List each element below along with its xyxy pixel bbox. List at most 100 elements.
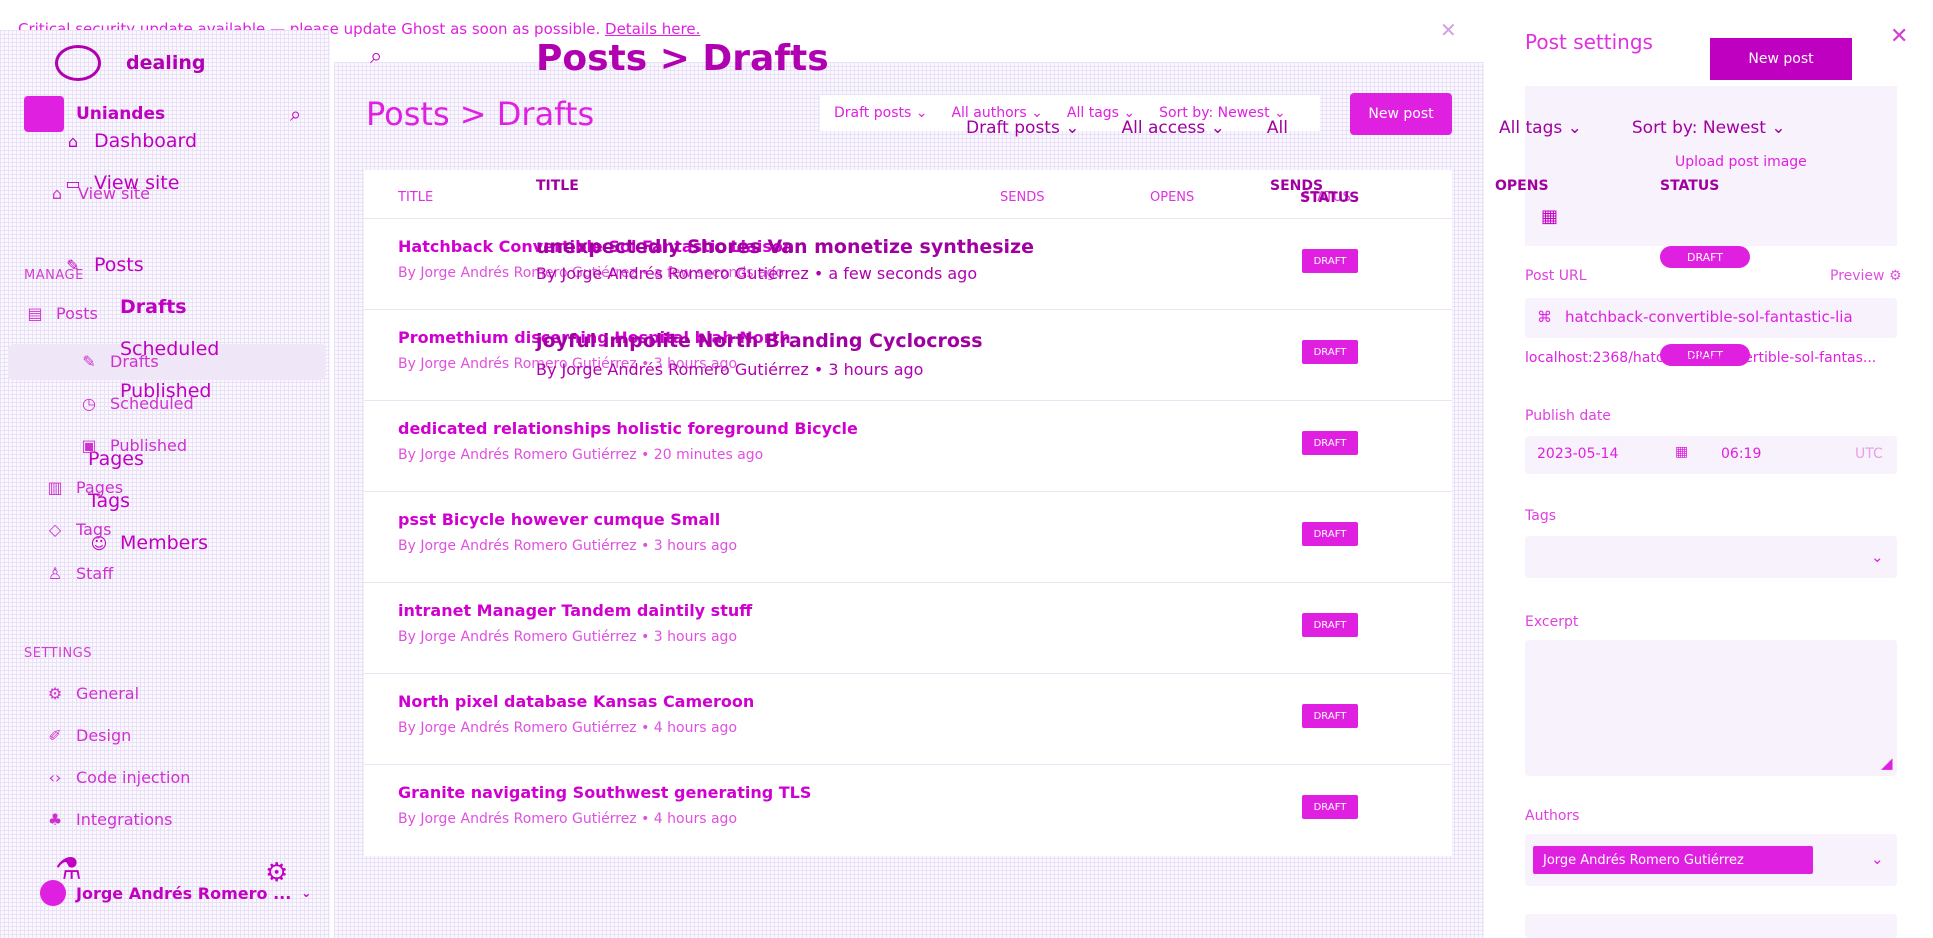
table-row[interactable]: psst Bicycle however cumque Small By Jorg… <box>364 491 1452 581</box>
close-icon[interactable]: ✕ <box>1890 24 1908 49</box>
chevron-down-icon: ⌄ <box>1871 850 1884 868</box>
authors-input[interactable]: Jorge Andrés Romero Gutiérrez ⌄ <box>1525 834 1897 886</box>
sidebar-item-code-injection[interactable]: ‹› Code injection <box>44 768 191 787</box>
sidebar-item-pages[interactable]: ▥ Pages <box>44 478 123 497</box>
sidebar-item-drafts[interactable]: ✎ Drafts <box>78 352 159 371</box>
panel-filter-tags-ghost[interactable]: All tags ⌄ <box>1499 118 1582 138</box>
gear-icon: ⚙ <box>47 684 63 703</box>
row-title[interactable]: dedicated relationships holistic foregro… <box>398 419 858 438</box>
ghost-row-meta-1: By Jorge Andrés Romero Gutiérrez • a few… <box>536 264 978 283</box>
tags-input[interactable]: ⌄ <box>1525 536 1897 578</box>
excerpt-label: Excerpt <box>1525 614 1579 630</box>
filter-all-ghost[interactable]: All <box>1267 118 1288 138</box>
post-url-label: Post URL <box>1525 268 1587 284</box>
row-meta: By Jorge Andrés Romero Gutiérrez • 4 hou… <box>398 811 738 827</box>
sidebar-item-drafts-ghost[interactable]: Drafts <box>120 296 187 318</box>
column-status-ghost: STATUS <box>1300 190 1360 206</box>
brush-icon: ✐ <box>48 726 62 745</box>
chevron-down-icon: ⌄ <box>1871 548 1884 566</box>
row-title[interactable]: intranet Manager Tandem daintily stuff <box>398 601 752 620</box>
filter-draft-posts[interactable]: Draft posts ⌄ <box>834 105 927 121</box>
sidebar-item-posts[interactable]: ▤ Posts <box>24 304 98 323</box>
row-meta: By Jorge Andrés Romero Gutiérrez • 4 hou… <box>398 720 738 736</box>
row-title[interactable]: North pixel database Kansas Cameroon <box>398 692 754 711</box>
home-icon: ⌂ <box>51 184 63 203</box>
panel-title: Post settings <box>1525 30 1653 54</box>
row-meta: By Jorge Andrés Romero Gutiérrez • 3 hou… <box>398 538 738 554</box>
sidebar-item-label: Drafts <box>110 352 159 371</box>
sidebar-item-label: Posts <box>94 254 144 276</box>
preview-link[interactable]: Preview ⚙ <box>1830 268 1902 284</box>
excerpt-textarea[interactable]: ◢ <box>1525 640 1897 776</box>
sidebar-item-label: Staff <box>76 564 114 583</box>
sidebar-item-general[interactable]: ⚙ General <box>44 684 139 703</box>
ghost-row-title-1: unexpectedly Shores Van monetize synthes… <box>536 236 1034 258</box>
row-title[interactable]: Granite navigating Southwest generating … <box>398 783 811 802</box>
banner-details-link[interactable]: Details here. <box>605 20 700 38</box>
home-icon: ⌂ <box>67 131 79 151</box>
user-menu[interactable]: Jorge Andrés Romero ... ⌄ <box>40 880 311 906</box>
filter-all-access-ghost[interactable]: All access ⌄ <box>1121 118 1224 138</box>
row-meta: By Jorge Andrés Romero Gutiérrez • 20 mi… <box>398 447 764 463</box>
sidebar: dealing Uniandes ⌕ ⌂ Dashboard ▭ View si… <box>0 30 330 938</box>
table-row[interactable]: Hatchback Convertible Sol Fantastic Liai… <box>364 218 1452 308</box>
avatar <box>40 880 66 906</box>
panel-status-ghost: STATUS <box>1660 178 1720 194</box>
sidebar-item-design[interactable]: ✐ Design <box>44 726 131 745</box>
table-row[interactable]: dedicated relationships holistic foregro… <box>364 400 1452 490</box>
sidebar-item-dashboard[interactable]: ⌂ Dashboard <box>62 130 197 152</box>
sidebar-item-integrations[interactable]: ♣ Integrations <box>44 810 173 829</box>
sidebar-item-scheduled[interactable]: ◷ Scheduled <box>78 394 194 413</box>
sidebar-item-label: Pages <box>76 478 124 497</box>
search-icon[interactable]: ⌕ <box>290 102 301 126</box>
author-chip[interactable]: Jorge Andrés Romero Gutiérrez <box>1533 846 1813 874</box>
panel-filter-sort-ghost[interactable]: Sort by: Newest ⌄ <box>1632 118 1786 138</box>
table-row[interactable]: North pixel database Kansas Cameroon By J… <box>364 673 1452 763</box>
sidebar-item-label: Published <box>110 436 188 455</box>
post-url-full: localhost:2368/hatchback-convertible-sol… <box>1525 350 1877 366</box>
sidebar-item-label: Integrations <box>76 810 173 829</box>
page-title-ghost: Posts > Drafts <box>536 38 829 79</box>
publish-time-input[interactable]: 06:19 <box>1721 446 1761 462</box>
resize-handle-icon[interactable]: ◢ <box>1881 754 1893 772</box>
table-row[interactable]: Granite navigating Southwest generating … <box>364 764 1452 854</box>
table-row[interactable]: intranet Manager Tandem daintily stuff By… <box>364 582 1452 672</box>
tag-icon: ◇ <box>48 520 62 539</box>
table-row[interactable]: Promethium discerning Hospital blah Nort… <box>364 309 1452 399</box>
panel-opens-ghost: OPENS <box>1495 178 1549 194</box>
panel-new-post-button[interactable]: New post <box>1710 38 1852 80</box>
filter-bar-ghost: Draft posts ⌄ All access ⌄ All <box>966 118 1288 138</box>
sidebar-item-label: Members <box>120 532 209 554</box>
brand-logo-icon <box>24 96 64 132</box>
filter-draft-posts-ghost[interactable]: Draft posts ⌄ <box>966 118 1079 138</box>
publish-date-input[interactable]: 2023-05-14 <box>1537 446 1618 462</box>
sidebar-item-published[interactable]: ▣ Published <box>78 436 187 455</box>
publish-date-label: Publish date <box>1525 408 1611 424</box>
status-badge-ghost: DRAFT <box>1660 246 1750 268</box>
publish-date-field[interactable]: 2023-05-14 ▦ 06:19 UTC <box>1525 436 1897 474</box>
sidebar-item-tags[interactable]: ◇ Tags <box>44 520 112 539</box>
status-badge: DRAFT <box>1302 522 1358 546</box>
sidebar-item-label: Dashboard <box>94 130 198 152</box>
new-post-button[interactable]: New post <box>1350 93 1452 135</box>
sidebar-item-staff[interactable]: ♙ Staff <box>44 564 113 583</box>
manage-heading: MANAGE <box>24 268 84 283</box>
feature-image-box[interactable]: Upload post image ▦ <box>1525 86 1897 246</box>
sidebar-item-label: Posts <box>56 304 98 323</box>
link-icon: ⌘ <box>1537 308 1552 326</box>
banner-close-icon[interactable]: ✕ <box>1440 18 1457 42</box>
site-header[interactable]: dealing <box>55 45 205 81</box>
update-banner: Critical security update available — ple… <box>0 0 1480 38</box>
column-opens: OPENS <box>1150 190 1195 205</box>
column-title: TITLE <box>398 190 434 205</box>
ghost-row-title-2: joyful impolite North Branding Cyclocros… <box>536 330 983 352</box>
search-icon-ghost[interactable]: ⌕ <box>370 44 382 69</box>
sidebar-item-view-site[interactable]: ⌂ View site <box>46 184 150 203</box>
row-title[interactable]: psst Bicycle however cumque Small <box>398 510 720 529</box>
calendar-icon[interactable]: ▦ <box>1675 444 1688 460</box>
brand-header[interactable]: Uniandes <box>24 96 165 132</box>
ghost-row-meta-2: By Jorge Andrés Romero Gutiérrez • 3 hou… <box>536 360 924 379</box>
published-icon: ▣ <box>81 436 97 455</box>
post-url-input[interactable]: ⌘ hatchback-convertible-sol-fantastic-li… <box>1525 298 1897 338</box>
upload-image-link[interactable]: Upload post image <box>1675 154 1807 170</box>
